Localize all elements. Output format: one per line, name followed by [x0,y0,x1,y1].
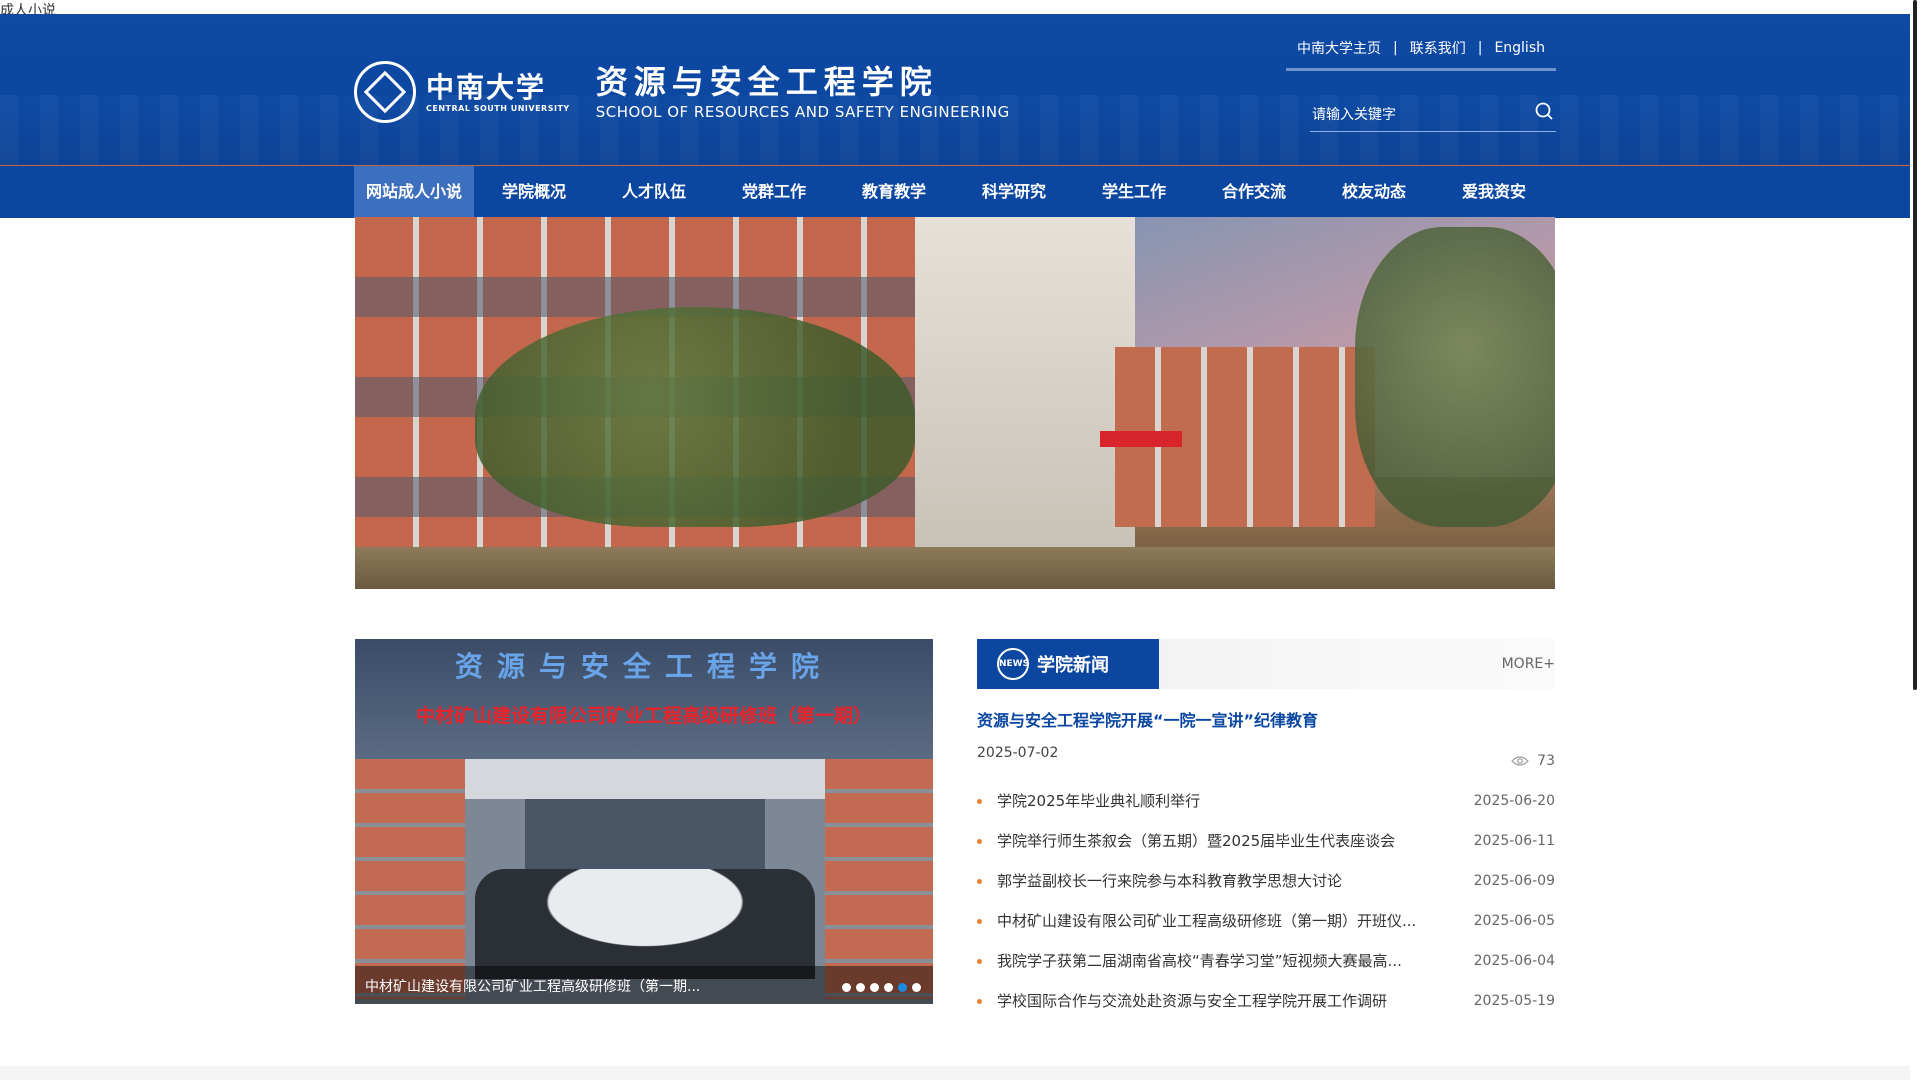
news-list-item[interactable]: 中材矿山建设有限公司矿业工程高级研修班（第一期）开班仪... 2025-06-05 [977,901,1555,941]
site-header: 中南大学 CENTRAL SOUTH UNIVERSITY 资源与安全工程学院 … [0,14,1910,165]
page-scrollbar[interactable] [1910,0,1920,1080]
nav-item-faculty[interactable]: 人才队伍 [594,166,714,218]
bullet-dot-icon [977,879,982,884]
school-name-cn: 资源与安全工程学院 [595,63,938,101]
site-logo[interactable]: 中南大学 CENTRAL SOUTH UNIVERSITY 资源与安全工程学院 … [354,56,1010,128]
news-item-title[interactable]: 学院举行师生茶叙会（第五期）暨2025届毕业生代表座谈会 [997,821,1417,861]
photo-dot-active[interactable] [898,983,907,992]
photo-dot[interactable] [856,983,865,992]
university-name-en: CENTRAL SOUTH UNIVERSITY [426,103,570,113]
news-item-date: 2025-05-19 [1473,993,1555,1009]
news-more-link[interactable]: MORE+ [1502,656,1555,672]
nav-item-students[interactable]: 学生工作 [1074,166,1194,218]
news-item-title[interactable]: 中材矿山建设有限公司矿业工程高级研修班（第一期）开班仪... [997,901,1417,941]
news-list-item[interactable]: 学校国际合作与交流处赴资源与安全工程学院开展工作调研 2025-05-19 [977,981,1555,1021]
hero-banner[interactable] [355,217,1555,589]
news-item-date: 2025-06-11 [1473,833,1555,849]
news-section-title: 学院新闻 [1037,655,1109,676]
news-headline-views: 73 [1511,753,1555,769]
news-headline[interactable]: 资源与安全工程学院开展“一院一宣讲”纪律教育 [977,707,1318,731]
photo-dot[interactable] [912,983,921,992]
bullet-dot-icon [977,919,982,924]
photo-red-banner: 中材矿山建设有限公司矿业工程高级研修班（第一期） [415,705,872,727]
nav-item-about[interactable]: 学院概况 [474,166,594,218]
news-list-item[interactable]: 郭学益副校长一行来院参与本科教育教学思想大讨论 2025-06-09 [977,861,1555,901]
banner-red-sign [1100,431,1182,447]
news-headline-date: 2025-07-02 [977,745,1059,761]
news-item-date: 2025-06-05 [1473,913,1555,929]
university-name-cn: 中南大学 [426,70,547,104]
photo-caption[interactable]: 中材矿山建设有限公司矿业工程高级研修班（第一期... [365,976,705,996]
nav-item-alumni[interactable]: 校友动态 [1314,166,1434,218]
photo-dot[interactable] [870,983,879,992]
main-nav: 网站成人小说 学院概况 人才队伍 党群工作 教育教学 科学研究 学生工作 合作交… [0,165,1910,218]
link-contact-us[interactable]: 联系我们 [1410,38,1466,58]
bullet-dot-icon [977,999,982,1004]
footer-strip [0,1066,1910,1080]
news-list: 学院2025年毕业典礼顺利举行 2025-06-20 学院举行师生茶叙会（第五期）… [977,781,1555,1021]
photo-pagination [837,983,921,992]
eye-icon [1511,756,1530,766]
news-item-title[interactable]: 学校国际合作与交流处赴资源与安全工程学院开展工作调研 [997,981,1417,1021]
nav-item-love-ziaan[interactable]: 爱我资安 [1434,166,1554,218]
nav-item-home[interactable]: 网站成人小说 [354,166,474,218]
news-photo-slider[interactable]: 资源与安全工程学院 中材矿山建设有限公司矿业工程高级研修班（第一期） 中材矿山建… [355,639,933,1004]
nav-item-education[interactable]: 教育教学 [834,166,954,218]
news-item-date: 2025-06-20 [1473,793,1555,809]
news-panel: NEWS 学院新闻 MORE+ 资源与安全工程学院开展“一院一宣讲”纪律教育 2… [977,639,1555,1010]
news-item-date: 2025-06-04 [1473,953,1555,969]
view-count: 73 [1537,753,1555,769]
bullet-dot-icon [977,959,982,964]
news-header: NEWS 学院新闻 MORE+ [977,639,1555,689]
news-item-title[interactable]: 我院学子获第二届湖南省高校“青春学习堂”短视频大赛最高... [997,941,1417,981]
university-seal-icon [354,61,416,123]
link-separator: | [1477,40,1483,56]
school-name-en: SCHOOL OF RESOURCES AND SAFETY ENGINEERI… [595,103,1010,121]
photo-group-people [475,869,815,979]
news-list-item[interactable]: 我院学子获第二届湖南省高校“青春学习堂”短视频大赛最高... 2025-06-04 [977,941,1555,981]
link-csu-home[interactable]: 中南大学主页 [1297,38,1381,58]
search-box [1310,97,1556,132]
nav-item-research[interactable]: 科学研究 [954,166,1074,218]
nav-item-cooperation[interactable]: 合作交流 [1194,166,1314,218]
bullet-dot-icon [977,799,982,804]
link-english[interactable]: English [1494,40,1545,56]
news-list-item[interactable]: 学院2025年毕业典礼顺利举行 2025-06-20 [977,781,1555,821]
news-item-title[interactable]: 学院2025年毕业典礼顺利举行 [997,781,1417,821]
scrollbar-thumb[interactable] [1913,0,1917,690]
news-item-date: 2025-06-09 [1473,873,1555,889]
news-icon: NEWS [997,648,1029,680]
photo-dot[interactable] [884,983,893,992]
top-links: 中南大学主页 | 联系我们 | English [1286,28,1556,71]
search-input[interactable] [1310,101,1524,127]
search-icon[interactable] [1534,101,1554,121]
photo-building-sign: 资源与安全工程学院 [454,650,833,683]
bullet-dot-icon [977,839,982,844]
link-separator: | [1393,40,1398,56]
news-list-item[interactable]: 学院举行师生茶叙会（第五期）暨2025届毕业生代表座谈会 2025-06-11 [977,821,1555,861]
news-item-title[interactable]: 郭学益副校长一行来院参与本科教育教学思想大讨论 [997,861,1417,901]
news-tab[interactable]: NEWS 学院新闻 [977,639,1159,689]
nav-item-party[interactable]: 党群工作 [714,166,834,218]
photo-dot[interactable] [842,983,851,992]
